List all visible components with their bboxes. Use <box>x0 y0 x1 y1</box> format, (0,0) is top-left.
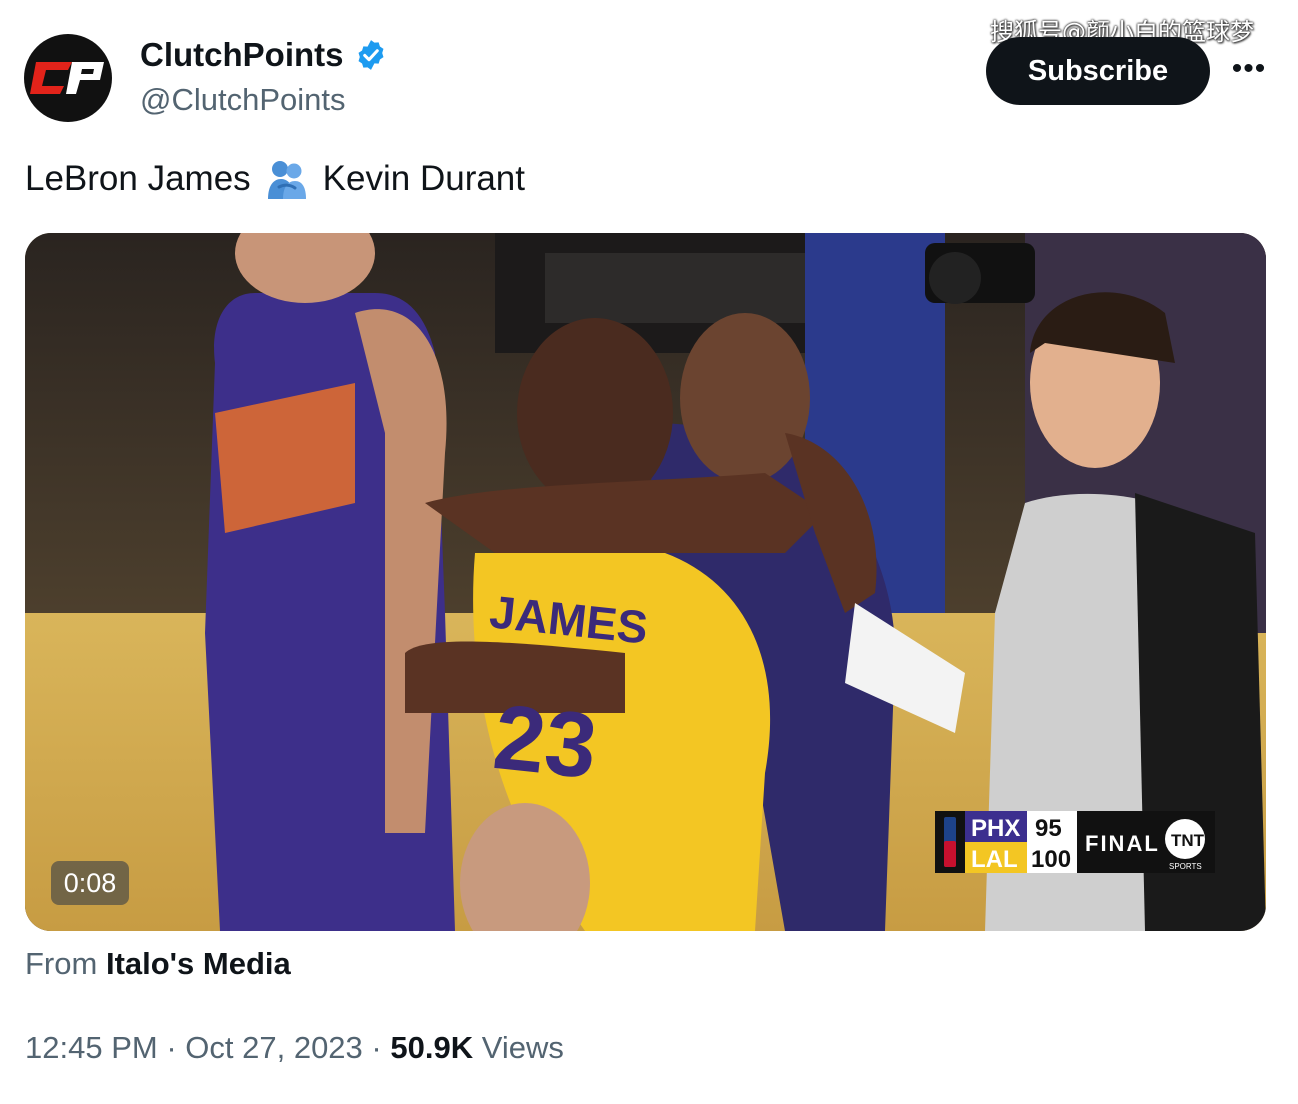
video-player[interactable]: JAMES 23 0:08 PHX LAL 95 100 FINAL TNT S… <box>25 233 1266 931</box>
avatar[interactable] <box>24 34 112 122</box>
subscribe-button[interactable]: Subscribe <box>986 37 1210 105</box>
author-handle[interactable]: @ClutchPoints <box>140 82 346 118</box>
author-name-row[interactable]: ClutchPoints <box>140 36 388 74</box>
verified-badge-icon <box>358 40 383 70</box>
team1-score: 95 <box>1035 815 1062 842</box>
media-source-name[interactable]: Italo's Media <box>106 946 291 981</box>
network-sub-label: SPORTS <box>1169 862 1202 871</box>
views-label: Views <box>481 1030 564 1065</box>
tweet-time[interactable]: 12:45 PM <box>25 1030 158 1065</box>
game-status: FINAL <box>1085 831 1160 856</box>
author-display-name[interactable]: ClutchPoints <box>140 36 344 74</box>
meta-separator: · <box>371 1030 382 1065</box>
tweet-text-part-2: Kevin Durant <box>322 159 525 198</box>
clutchpoints-logo-icon <box>30 62 104 94</box>
tweet-date[interactable]: Oct 27, 2023 <box>185 1030 363 1065</box>
tweet-text-part-1: LeBron James <box>25 159 251 198</box>
more-options-icon[interactable]: ••• <box>1228 52 1270 86</box>
people-hugging-emoji-icon <box>267 161 306 199</box>
team2-score: 100 <box>1031 846 1071 873</box>
views-count: 50.9K <box>390 1030 474 1065</box>
media-source-prefix: From <box>25 946 98 981</box>
meta-separator: · <box>166 1030 177 1065</box>
scorebug: PHX LAL 95 100 FINAL TNT SPORTS <box>935 811 1215 873</box>
team1-label: PHX <box>971 815 1020 842</box>
tweet-text: LeBron James Kevin Durant <box>25 157 525 201</box>
media-source[interactable]: From Italo's Media <box>25 946 291 982</box>
jersey-number: 23 <box>489 686 601 798</box>
team2-label: LAL <box>971 846 1018 873</box>
network-label: TNT <box>1171 831 1205 850</box>
video-duration-badge: 0:08 <box>51 861 129 905</box>
tweet-meta: 12:45 PM · Oct 27, 2023 · 50.9K Views <box>25 1030 564 1066</box>
